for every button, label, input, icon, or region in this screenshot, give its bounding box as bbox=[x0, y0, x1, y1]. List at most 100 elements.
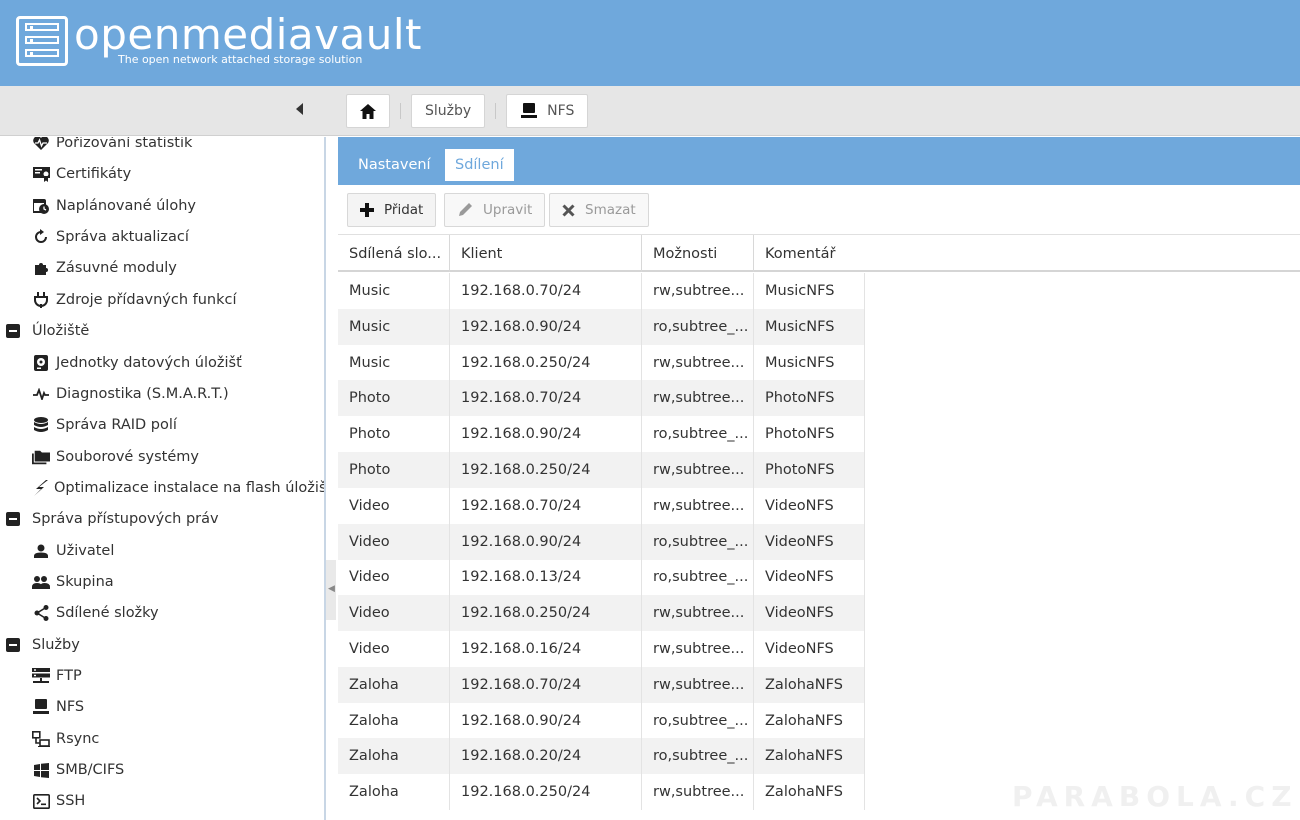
sidebar-item-label: Certifikáty bbox=[56, 166, 132, 182]
table-row[interactable]: Zaloha 192.168.0.250/24 rw,subtree... Zaloh… bbox=[338, 774, 865, 811]
comment-cell: ZalohaNFS bbox=[754, 702, 865, 739]
sidebar-item[interactable]: SMB/CIFS bbox=[0, 755, 324, 785]
column-header-client[interactable]: Klient bbox=[450, 235, 642, 272]
pencil-icon bbox=[457, 202, 473, 218]
breadcrumb-services[interactable]: Služby bbox=[411, 94, 486, 128]
sidebar-splitter[interactable]: ◀ bbox=[326, 560, 336, 620]
grid-header: Sdílená slo... Klient Možnosti Komentář bbox=[338, 235, 1300, 272]
table-row[interactable]: Music 192.168.0.70/24 rw,subtree... MusicNF… bbox=[338, 273, 865, 309]
sidebar-item[interactable]: SSH bbox=[0, 786, 324, 816]
column-header-options[interactable]: Možnosti bbox=[642, 235, 754, 272]
sidebar-item[interactable]: Souborové systémy bbox=[0, 442, 324, 472]
shared-folder-cell: Video bbox=[338, 523, 450, 560]
options-cell: rw,subtree... bbox=[642, 487, 754, 524]
sidebar-item[interactable]: Služby bbox=[0, 630, 324, 660]
sidebar-item[interactable]: Pořizování statistik bbox=[0, 137, 324, 158]
edit-button[interactable]: Upravit bbox=[444, 193, 546, 227]
table-row[interactable]: Photo 192.168.0.250/24 rw,subtree... PhotoN… bbox=[338, 452, 865, 488]
sidebar-item[interactable]: NFS bbox=[0, 692, 324, 722]
sidebar-item-label: Správa aktualizací bbox=[56, 229, 189, 245]
sidebar-item-label: Uživatel bbox=[56, 543, 115, 559]
sidebar-item[interactable]: Správa RAID polí bbox=[0, 410, 324, 440]
sidebar-item-label: SSH bbox=[56, 793, 86, 809]
sidebar-item[interactable]: Rsync bbox=[0, 724, 324, 754]
client-cell: 192.168.0.90/24 bbox=[450, 308, 642, 345]
group-icon bbox=[32, 573, 50, 591]
shared-folder-cell: Photo bbox=[338, 452, 450, 488]
options-cell: rw,subtree... bbox=[642, 666, 754, 703]
table-row[interactable]: Photo 192.168.0.70/24 rw,subtree... PhotoNF… bbox=[338, 380, 865, 417]
edit-button-label: Upravit bbox=[483, 202, 533, 218]
sidebar-item-label: Zdroje přídavných funkcí bbox=[56, 292, 237, 308]
sidebar-item-label: Služby bbox=[32, 637, 80, 653]
collapse-icon[interactable] bbox=[6, 512, 20, 526]
sidebar-item[interactable]: Certifikáty bbox=[0, 159, 324, 189]
watermark: PARABOLA.CZ bbox=[1012, 780, 1298, 813]
sidebar-item[interactable]: Zásuvné moduly bbox=[0, 253, 324, 283]
table-row[interactable]: Video 192.168.0.70/24 rw,subtree... VideoNF… bbox=[338, 487, 865, 524]
sidebar-item[interactable]: Zdroje přídavných funkcí bbox=[0, 285, 324, 315]
table-row[interactable]: Video 192.168.0.13/24 ro,subtree_... VideoN… bbox=[338, 559, 865, 596]
sidebar-item[interactable]: Jednotky datových úložišť bbox=[0, 348, 324, 378]
tab-shares[interactable]: Sdílení bbox=[443, 147, 516, 183]
comment-cell: VideoNFS bbox=[754, 487, 865, 524]
sidebar-item[interactable]: Optimalizace instalace na flash úložiště bbox=[0, 473, 324, 503]
table-row[interactable]: Photo 192.168.0.90/24 ro,subtree_... PhotoN… bbox=[338, 416, 865, 453]
flash-icon bbox=[32, 479, 48, 497]
add-button[interactable]: Přidat bbox=[347, 193, 437, 227]
tab-settings[interactable]: Nastavení bbox=[348, 147, 441, 183]
table-row[interactable]: Zaloha 192.168.0.70/24 rw,subtree... Zaloha… bbox=[338, 666, 865, 703]
table-row[interactable]: Music 192.168.0.250/24 rw,subtree... MusicN… bbox=[338, 344, 865, 381]
collapse-icon[interactable] bbox=[6, 324, 20, 338]
sidebar-item[interactable]: FTP bbox=[0, 661, 324, 691]
sidebar-item-label: Skupina bbox=[56, 574, 114, 590]
comment-cell: MusicNFS bbox=[754, 273, 865, 309]
comment-cell: PhotoNFS bbox=[754, 416, 865, 453]
table-row[interactable]: Zaloha 192.168.0.20/24 ro,subtree_... Zaloh… bbox=[338, 738, 865, 775]
home-button[interactable] bbox=[346, 94, 390, 128]
client-cell: 192.168.0.250/24 bbox=[450, 344, 642, 381]
sidebar-item[interactable]: Skupina bbox=[0, 567, 324, 597]
pulse-icon bbox=[32, 385, 50, 403]
shared-folder-cell: Music bbox=[338, 273, 450, 309]
table-row[interactable]: Music 192.168.0.90/24 ro,subtree_... MusicN… bbox=[338, 308, 865, 345]
collapse-icon[interactable] bbox=[6, 638, 20, 652]
client-cell: 192.168.0.90/24 bbox=[450, 702, 642, 739]
collapse-sidebar-button[interactable] bbox=[296, 103, 306, 117]
breadcrumb-separator bbox=[400, 103, 401, 119]
table-row[interactable]: Video 192.168.0.16/24 rw,subtree... VideoNF… bbox=[338, 631, 865, 667]
table-row[interactable]: Zaloha 192.168.0.90/24 ro,subtree_... Zaloh… bbox=[338, 702, 865, 739]
comment-cell: MusicNFS bbox=[754, 344, 865, 381]
caret-left-icon bbox=[296, 103, 303, 115]
sidebar-item[interactable]: Úložiště bbox=[0, 316, 324, 346]
sidebar-item[interactable]: Správa aktualizací bbox=[0, 222, 324, 252]
delete-button-label: Smazat bbox=[585, 202, 636, 218]
client-cell: 192.168.0.20/24 bbox=[450, 738, 642, 775]
delete-button[interactable]: Smazat bbox=[549, 193, 649, 227]
shared-folder-cell: Photo bbox=[338, 380, 450, 417]
client-cell: 192.168.0.13/24 bbox=[450, 559, 642, 596]
table-row[interactable]: Video 192.168.0.90/24 ro,subtree_... VideoN… bbox=[338, 523, 865, 560]
sidebar-item[interactable]: Uživatel bbox=[0, 536, 324, 566]
breadcrumb-nfs[interactable]: NFS bbox=[506, 94, 589, 128]
plug-icon bbox=[32, 291, 50, 309]
shared-folder-cell: Zaloha bbox=[338, 774, 450, 811]
options-cell: ro,subtree_... bbox=[642, 559, 754, 596]
options-cell: rw,subtree... bbox=[642, 452, 754, 488]
database-icon bbox=[32, 416, 50, 434]
client-cell: 192.168.0.70/24 bbox=[450, 380, 642, 417]
options-cell: ro,subtree_... bbox=[642, 523, 754, 560]
sidebar-item[interactable]: Diagnostika (S.M.A.R.T.) bbox=[0, 379, 324, 409]
app-header: openmediavault The open network attached… bbox=[0, 0, 1300, 86]
sidebar-item[interactable]: Naplánované úlohy bbox=[0, 191, 324, 221]
sidebar-item[interactable]: Správa přístupových práv bbox=[0, 504, 324, 534]
comment-cell: VideoNFS bbox=[754, 523, 865, 560]
shared-folder-cell: Zaloha bbox=[338, 702, 450, 739]
column-header-comment[interactable]: Komentář bbox=[754, 235, 1300, 272]
column-header-shared-folder[interactable]: Sdílená slo... bbox=[338, 235, 450, 272]
server-icon bbox=[32, 667, 50, 685]
sidebar-item[interactable]: Sdílené složky bbox=[0, 598, 324, 628]
shared-folder-cell: Video bbox=[338, 487, 450, 524]
puzzle-icon bbox=[32, 259, 50, 277]
table-row[interactable]: Video 192.168.0.250/24 rw,subtree... VideoN… bbox=[338, 595, 865, 632]
